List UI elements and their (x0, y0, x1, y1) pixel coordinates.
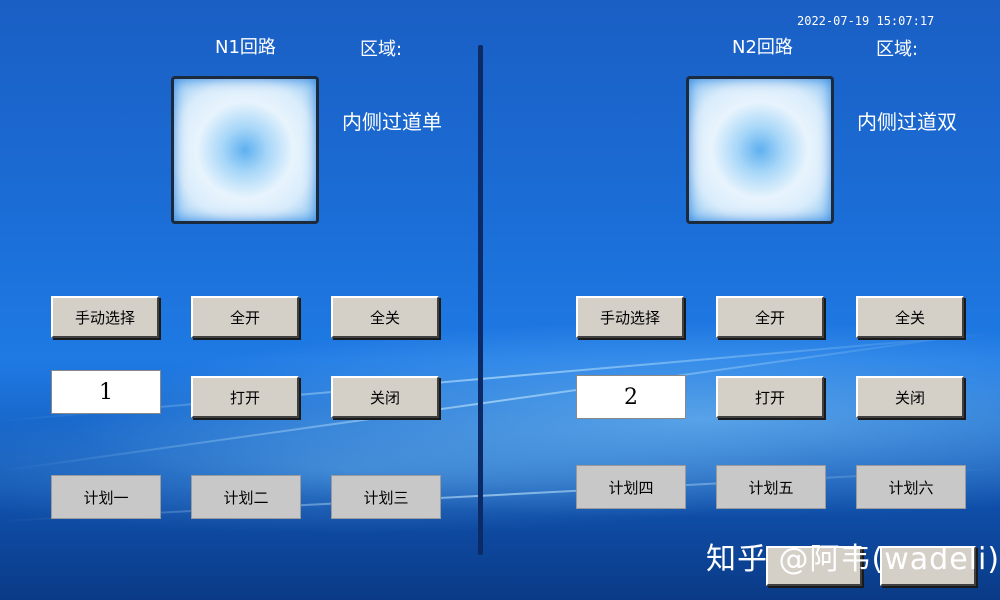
plan-button[interactable]: 计划六 (856, 465, 966, 509)
number-input[interactable]: 1 (51, 370, 161, 414)
area-label: 区域: (876, 39, 919, 60)
number-input[interactable]: 2 (576, 375, 686, 419)
area-label: 区域: (360, 39, 403, 60)
plan-button[interactable]: 计划一 (51, 475, 161, 519)
panel-divider (478, 45, 483, 555)
circuit-label: N1回路 (215, 37, 276, 58)
manual-select-button[interactable]: 手动选择 (576, 296, 684, 338)
plan-button[interactable]: 计划二 (191, 475, 301, 519)
area-name: 内侧过道双 (857, 110, 957, 134)
plan-button[interactable]: 计划五 (716, 465, 826, 509)
light-indicator (686, 76, 834, 224)
all-on-button[interactable]: 全开 (716, 296, 824, 338)
all-off-button[interactable]: 全关 (856, 296, 964, 338)
light-indicator (171, 76, 319, 224)
plan-button[interactable]: 计划四 (576, 465, 686, 509)
all-on-button[interactable]: 全开 (191, 296, 299, 338)
close-button[interactable]: 关闭 (331, 376, 439, 418)
datetime-display: 2022-07-19 15:07:17 (797, 14, 935, 28)
area-name: 内侧过道单 (342, 110, 442, 134)
plan-button[interactable]: 计划三 (331, 475, 441, 519)
open-button[interactable]: 打开 (716, 376, 824, 418)
open-button[interactable]: 打开 (191, 376, 299, 418)
circuit-label: N2回路 (732, 37, 793, 58)
close-button[interactable]: 关闭 (856, 376, 964, 418)
watermark-text: 知乎 @阿韦(wadeli) (706, 542, 1000, 577)
all-off-button[interactable]: 全关 (331, 296, 439, 338)
manual-select-button[interactable]: 手动选择 (51, 296, 159, 338)
